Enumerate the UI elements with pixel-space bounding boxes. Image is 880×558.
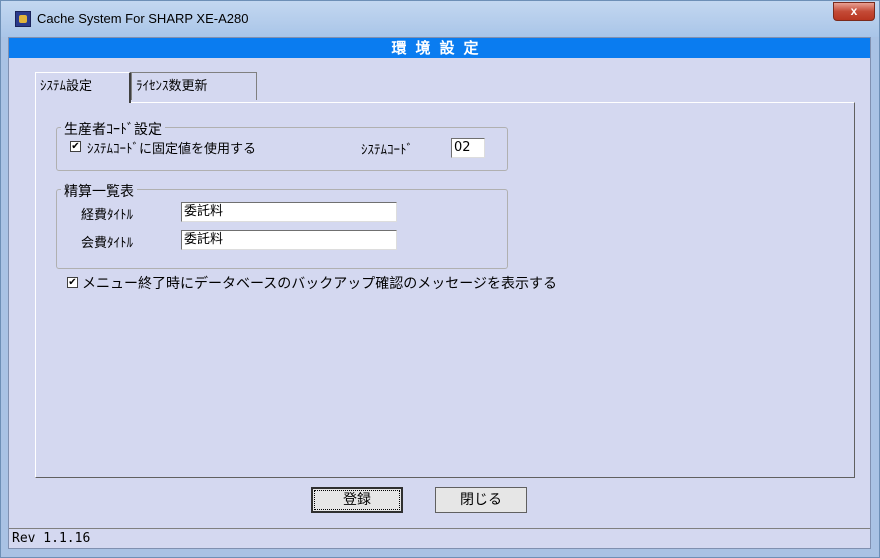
use-fixed-code-checkbox[interactable]: ✔ (70, 141, 81, 152)
app-logo-icon (15, 11, 31, 27)
system-code-label: ｼｽﾃﾑｺｰﾄﾞ (361, 143, 413, 158)
tab-license-update[interactable]: ﾗｲｾﾝｽ数更新 (131, 72, 257, 100)
use-fixed-code-label: ｼｽﾃﾑｺｰﾄﾞに固定値を使用する (87, 142, 257, 157)
checkmark-icon: ✔ (68, 277, 77, 288)
producer-code-group: 生産者ｺｰﾄﾞ設定 ✔ ｼｽﾃﾑｺｰﾄﾞに固定値を使用する ｼｽﾃﾑｺｰﾄﾞ 0… (56, 119, 508, 171)
register-button[interactable]: 登録 (311, 487, 403, 513)
tab-system-settings[interactable]: ｼｽﾃﾑ設定 (35, 72, 131, 103)
settlement-list-group: 精算一覧表 経費ﾀｲﾄﾙ 委託料 会費ﾀｲﾄﾙ 委託料 (56, 181, 508, 269)
backup-confirm-checkbox[interactable]: ✔ (67, 277, 78, 288)
expense-title-input[interactable]: 委託料 (181, 202, 397, 222)
app-window: Cache System For SHARP XE-A280 x 環境設定 ｼｽ… (0, 0, 880, 558)
title-bar[interactable]: Cache System For SHARP XE-A280 x (1, 1, 879, 37)
close-icon[interactable]: x (833, 2, 875, 21)
settlement-list-legend: 精算一覧表 (61, 181, 137, 201)
status-bar-version: Rev 1.1.16 (9, 528, 870, 548)
fee-title-label: 会費ﾀｲﾄﾙ (81, 236, 134, 251)
close-button[interactable]: 閉じる (435, 487, 527, 513)
fee-title-input[interactable]: 委託料 (181, 230, 397, 250)
window-title: Cache System For SHARP XE-A280 (37, 11, 249, 26)
expense-title-label: 経費ﾀｲﾄﾙ (81, 208, 134, 223)
tab-panel-system-settings: 生産者ｺｰﾄﾞ設定 ✔ ｼｽﾃﾑｺｰﾄﾞに固定値を使用する ｼｽﾃﾑｺｰﾄﾞ 0… (35, 102, 855, 478)
backup-confirm-label: メニュー終了時にデータベースのバックアップ確認のメッセージを表示する (82, 276, 558, 292)
system-code-input[interactable]: 02 (451, 138, 485, 158)
checkmark-icon: ✔ (71, 141, 80, 152)
producer-code-legend: 生産者ｺｰﾄﾞ設定 (61, 119, 165, 139)
page-title: 環境設定 (9, 38, 870, 58)
client-area: 環境設定 ｼｽﾃﾑ設定 ﾗｲｾﾝｽ数更新 生産者ｺｰﾄﾞ設定 ✔ ｼｽﾃﾑｺｰﾄ… (8, 37, 871, 549)
